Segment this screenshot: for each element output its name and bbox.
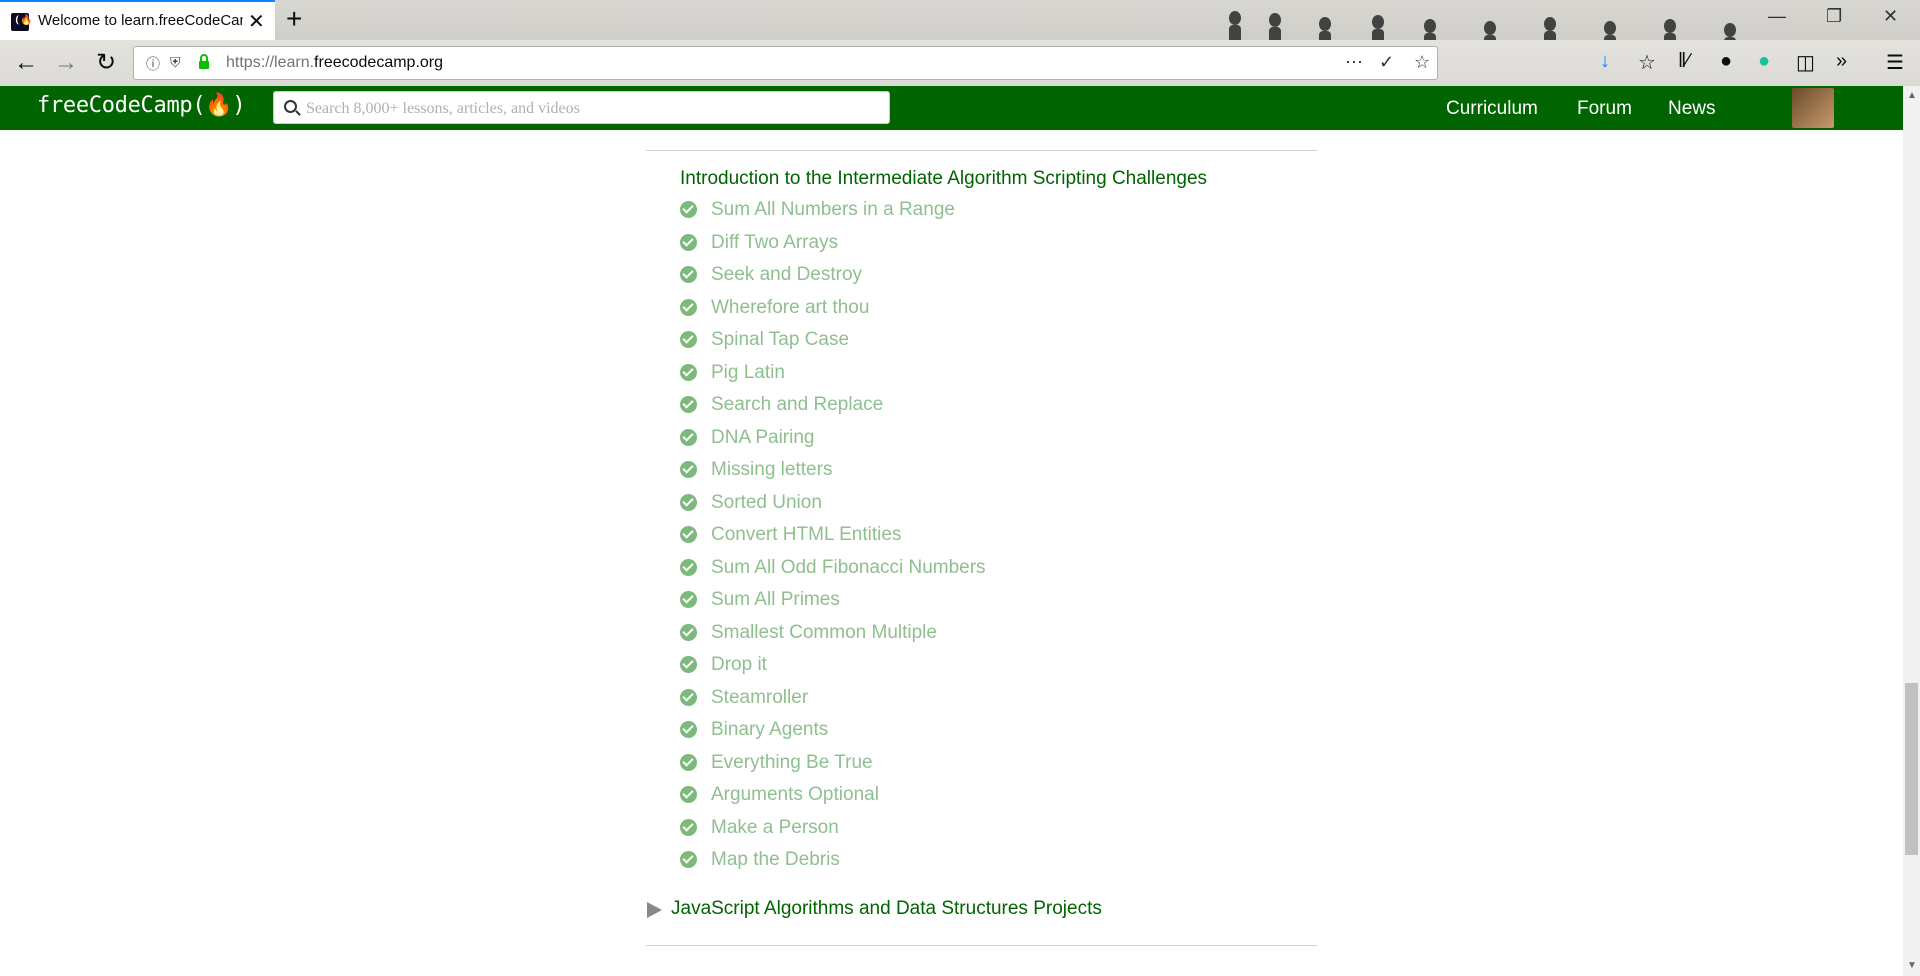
completed-check-icon [680, 461, 697, 478]
sidebar-icon[interactable]: ◫ [1796, 50, 1815, 75]
user-avatar[interactable] [1792, 88, 1834, 128]
section-divider-bottom [646, 945, 1317, 946]
challenge-link[interactable]: Drop it [711, 654, 767, 676]
hamburger-menu-icon[interactable]: ☰ [1886, 50, 1904, 75]
superblock-title[interactable]: JavaScript Algorithms and Data Structure… [671, 898, 1102, 920]
overflow-chevrons-icon[interactable]: » [1836, 50, 1847, 73]
completed-check-icon [680, 493, 697, 511]
challenge-link[interactable]: Sum All Odd Fibonacci Numbers [711, 557, 986, 579]
pocket-icon[interactable]: ✓ [1379, 52, 1394, 73]
freecodecamp-logo[interactable]: freeCodeCamp(🔥) [37, 93, 246, 118]
expand-arrow-icon[interactable] [647, 902, 662, 918]
challenge-link[interactable]: Smallest Common Multiple [711, 622, 937, 644]
grammarly-icon[interactable]: ● [1758, 50, 1770, 73]
tab-title: Welcome to learn.freeCodeCamp [38, 12, 243, 29]
challenge-link[interactable]: Diff Two Arrays [711, 232, 838, 254]
reload-icon[interactable]: ↻ [88, 47, 124, 79]
completed-check-icon [680, 201, 697, 218]
challenge-link[interactable]: Pig Latin [711, 362, 785, 384]
challenge-link[interactable]: Binary Agents [711, 719, 828, 741]
completed-check-icon [680, 526, 697, 543]
scroll-up-icon[interactable]: ▲ [1907, 90, 1917, 101]
url-text[interactable]: https://learn.freecodecamp.org [226, 54, 443, 72]
scroll-thumb[interactable] [1905, 683, 1918, 855]
close-window-icon[interactable]: ✕ [1883, 6, 1898, 27]
challenge-link[interactable]: Sum All Primes [711, 589, 840, 611]
completed-check-icon [680, 688, 697, 706]
completed-check-icon [680, 851, 697, 868]
challenge-link[interactable]: DNA Pairing [711, 427, 815, 449]
library-icon[interactable]: ‖∕ [1678, 50, 1690, 73]
lock-icon[interactable] [198, 54, 210, 70]
forward-arrow-icon[interactable]: → [48, 47, 84, 79]
page-actions-icon[interactable]: ⋯ [1345, 52, 1363, 73]
challenge-link[interactable]: Sum All Numbers in a Range [711, 199, 955, 221]
completed-check-icon [680, 753, 697, 771]
site-header: freeCodeCamp(🔥) Curriculum Forum News [0, 86, 1903, 130]
challenge-link[interactable]: Seek and Destroy [711, 264, 862, 286]
completed-check-icon [680, 786, 697, 803]
section-divider-top [646, 150, 1317, 151]
completed-check-icon [680, 266, 697, 283]
tracking-shield-icon[interactable]: ⛨ [170, 54, 181, 71]
challenge-link[interactable]: Wherefore art thou [711, 297, 869, 319]
completed-check-icon [680, 591, 697, 608]
challenge-link[interactable]: Convert HTML Entities [711, 524, 901, 546]
nav-forum[interactable]: Forum [1577, 98, 1632, 120]
challenge-link[interactable]: Search and Replace [711, 394, 883, 416]
challenge-link[interactable]: Arguments Optional [711, 784, 879, 806]
address-bar[interactable]: ⓘ ⛨ https://learn.freecodecamp.org ⋯ ✓ ☆ [133, 46, 1438, 80]
completed-check-icon [680, 428, 697, 446]
challenge-link[interactable]: Missing letters [711, 459, 832, 481]
challenge-link[interactable]: Steamroller [711, 687, 808, 709]
completed-check-icon [680, 298, 697, 316]
completed-check-icon [680, 721, 697, 738]
info-icon[interactable]: ⓘ [146, 54, 160, 74]
tab-close-icon[interactable]: ✕ [248, 9, 265, 34]
challenge-link[interactable]: Map the Debris [711, 849, 840, 871]
completed-check-icon [680, 363, 697, 381]
section-title[interactable]: Introduction to the Intermediate Algorit… [680, 168, 1207, 190]
completed-check-icon [680, 558, 697, 576]
nav-news[interactable]: News [1668, 98, 1716, 120]
minimize-icon[interactable]: — [1768, 6, 1786, 27]
browser-tab-active[interactable]: (🔥) Welcome to learn.freeCodeCamp ✕ [0, 0, 275, 40]
nav-curriculum[interactable]: Curriculum [1446, 98, 1538, 120]
challenge-link[interactable]: Everything Be True [711, 752, 873, 774]
bookmark-star-icon[interactable]: ☆ [1414, 52, 1430, 73]
completed-check-icon [680, 396, 697, 413]
freecodecamp-favicon-icon: (🔥) [11, 13, 39, 31]
challenge-link[interactable]: Sorted Union [711, 492, 822, 514]
extension-lock-icon[interactable]: ● [1720, 50, 1732, 73]
bookmarks-star-icon[interactable]: ☆ [1638, 50, 1656, 75]
search-box[interactable] [273, 91, 890, 124]
new-tab-button[interactable]: + [286, 3, 302, 35]
completed-check-icon [680, 656, 697, 673]
challenge-link[interactable]: Spinal Tap Case [711, 329, 849, 351]
download-icon[interactable]: ↓ [1600, 50, 1610, 73]
completed-check-icon [680, 623, 697, 641]
scroll-down-icon[interactable]: ▼ [1907, 960, 1917, 971]
browser-tab-bar: (🔥) Welcome to learn.freeCodeCamp ✕ + — … [0, 0, 1920, 75]
back-arrow-icon[interactable]: ← [8, 47, 44, 79]
completed-check-icon [680, 818, 697, 836]
challenge-link[interactable]: Make a Person [711, 817, 839, 839]
completed-check-icon [680, 233, 697, 251]
completed-check-icon [680, 331, 697, 348]
restore-icon[interactable]: ❐ [1826, 6, 1842, 27]
search-input[interactable] [304, 96, 878, 122]
page-scrollbar[interactable]: ▲ ▼ [1903, 86, 1920, 976]
search-icon [284, 100, 297, 113]
